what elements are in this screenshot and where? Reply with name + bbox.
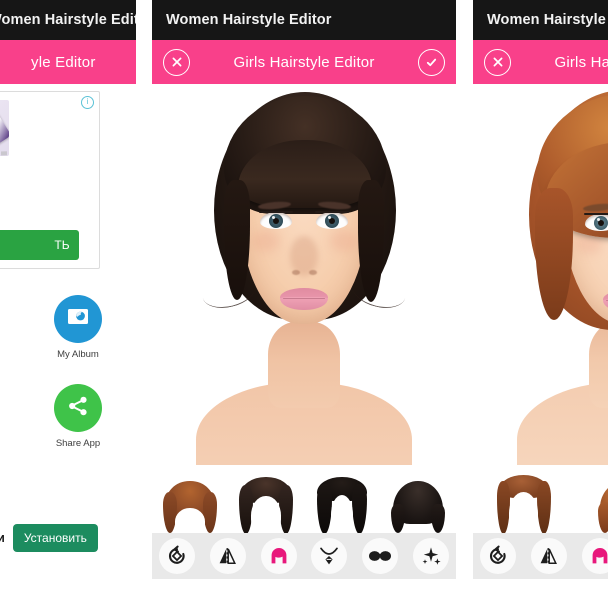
- wig-auburn-bob: [162, 481, 218, 536]
- ad-install-button[interactable]: ТЬ: [0, 230, 79, 260]
- sunglasses-icon[interactable]: [361, 538, 398, 574]
- wig-black-straight-bangs: [390, 481, 446, 533]
- rotate-icon[interactable]: [159, 538, 196, 574]
- photo-icon: [67, 308, 89, 330]
- cheek-left: [252, 230, 280, 252]
- share-icon: [67, 395, 89, 422]
- hairstyle-thumb[interactable]: [380, 465, 456, 533]
- flip-icon[interactable]: [530, 538, 567, 574]
- menu-item-my-album[interactable]: My Album: [54, 295, 102, 360]
- left-window-title: Women Hairstyle Editor: [0, 12, 136, 28]
- left-action-title: yle Editor: [31, 53, 96, 71]
- hairstyle-thumb[interactable]: [574, 465, 608, 533]
- promo-row: тиции Установить: [0, 524, 98, 552]
- center-actionbar: Girls Hairstyle Editor: [152, 40, 456, 84]
- right-toolbar[interactable]: [473, 533, 608, 579]
- lips: [280, 288, 328, 311]
- flip-icon[interactable]: [209, 538, 246, 574]
- ad-install-label: ТЬ: [54, 238, 70, 252]
- promo-text: тиции: [0, 531, 5, 545]
- portrait-dark-hair: [152, 84, 456, 465]
- left-actionbar: yle Editor: [0, 40, 136, 84]
- menu-label-my-album: My Album: [57, 349, 99, 360]
- hairstyle-icon[interactable]: [581, 538, 608, 574]
- eye-left: [260, 212, 292, 229]
- neck: [589, 322, 608, 408]
- eye-right: [316, 212, 348, 229]
- panel-center: Women Hairstyle Editor Girls Hairstyle E…: [152, 0, 456, 608]
- portrait-auburn-hair: [473, 84, 608, 465]
- menu-circle-share-app: [54, 384, 102, 432]
- close-icon[interactable]: [484, 48, 511, 76]
- right-window-title: Women Hairstyle Editor: [487, 12, 608, 28]
- check-icon[interactable]: [418, 48, 445, 76]
- center-hairstyle-strip[interactable]: [152, 465, 456, 536]
- center-window-title: Women Hairstyle Editor: [166, 12, 332, 28]
- right-hairstyle-strip[interactable]: [473, 465, 608, 536]
- lash-left: [584, 213, 608, 216]
- menu-label-share-app: Share App: [55, 438, 101, 449]
- promo-install-button[interactable]: Установить: [12, 524, 98, 552]
- nostril-right: [309, 270, 317, 275]
- center-action-title: Girls Hairstyle Editor: [233, 53, 375, 71]
- panel-right: Women Hairstyle Editor Girls Hairstyle E…: [473, 0, 608, 608]
- center-titlebar: Women Hairstyle Editor: [152, 0, 456, 40]
- nostril-left: [292, 270, 300, 275]
- wig-dark-wavy-long: [238, 477, 294, 536]
- wig-copper-bob-bangs: [597, 481, 608, 533]
- right-titlebar: Women Hairstyle Editor: [473, 0, 608, 40]
- close-icon[interactable]: [163, 48, 190, 76]
- menu-circle-my-album: [54, 295, 102, 343]
- neck: [268, 322, 340, 408]
- effects-icon[interactable]: [412, 538, 449, 574]
- left-body: i ТЬ My Album Share App и Установить: [0, 84, 136, 608]
- ad-thumbnail: [0, 100, 9, 156]
- wig-black-curly-long: [314, 477, 370, 536]
- eye-glint-left: [597, 218, 600, 221]
- eye-left: [585, 214, 608, 231]
- wig-auburn-long-side: [496, 475, 552, 536]
- right-actionbar: Girls Hairstyle Editor: [473, 40, 608, 84]
- right-action-title: Girls Hairstyle Editor: [554, 53, 608, 71]
- hairstyle-thumb[interactable]: [304, 465, 380, 536]
- ad-info-icon[interactable]: i: [81, 96, 94, 109]
- hairstyle-icon[interactable]: [260, 538, 297, 574]
- cheek-right: [330, 230, 358, 252]
- right-photo-canvas[interactable]: [473, 84, 608, 465]
- hairstyle-thumb[interactable]: [228, 465, 304, 536]
- hairstyle-thumb[interactable]: [473, 465, 574, 536]
- ad-caption-lines: [0, 151, 8, 156]
- eye-glint-right: [328, 216, 331, 219]
- lips: [603, 290, 608, 313]
- necklace-icon[interactable]: [311, 538, 348, 574]
- menu-item-share-app[interactable]: Share App: [54, 384, 102, 449]
- ad-card[interactable]: i ТЬ: [0, 91, 100, 269]
- panel-left: Women Hairstyle Editor yle Editor i ТЬ: [0, 0, 136, 608]
- hairstyle-thumb[interactable]: [152, 465, 228, 536]
- screenshot-root: Women Hairstyle Editor yle Editor i ТЬ: [0, 0, 608, 608]
- rotate-icon[interactable]: [480, 538, 517, 574]
- center-toolbar[interactable]: [152, 533, 456, 579]
- center-photo-canvas[interactable]: [152, 84, 456, 465]
- eye-glint-left: [272, 216, 275, 219]
- ad-phone-image: [0, 100, 9, 156]
- left-titlebar: Women Hairstyle Editor: [0, 0, 136, 40]
